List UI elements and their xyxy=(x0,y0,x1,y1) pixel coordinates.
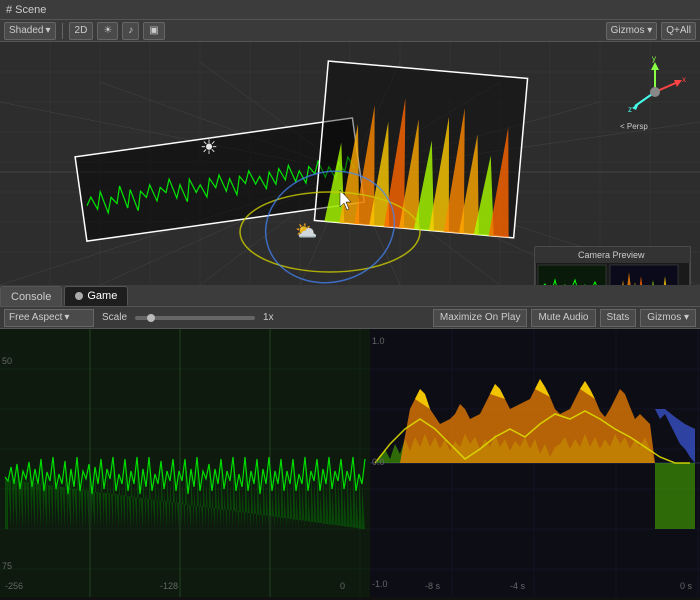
svg-text:75: 75 xyxy=(2,561,12,571)
scale-label: Scale xyxy=(102,312,127,323)
svg-text:y: y xyxy=(652,54,656,63)
svg-text:☀: ☀ xyxy=(200,137,218,159)
tab-game[interactable]: Game xyxy=(64,286,128,306)
scale-thumb xyxy=(147,314,155,322)
svg-text:0.0: 0.0 xyxy=(372,457,385,467)
tab-console[interactable]: Console xyxy=(0,286,62,306)
toolbar-separator-1 xyxy=(62,23,63,39)
sun-button[interactable]: ☀ xyxy=(97,22,118,40)
tab-bar: Console Game xyxy=(0,285,700,307)
aspect-label: Free Aspect xyxy=(9,312,62,323)
svg-text:⛅: ⛅ xyxy=(295,221,317,241)
left-chart-svg: 50 75 -256 -128 0 xyxy=(0,329,370,597)
layers-button[interactable]: ▣ xyxy=(143,22,164,40)
svg-text:1.0: 1.0 xyxy=(372,336,385,346)
scene-svg: ☀ ⛅ Camera Preview xyxy=(0,42,700,285)
svg-text:-4 s: -4 s xyxy=(510,581,526,591)
scale-slider[interactable] xyxy=(135,316,255,320)
aspect-dropdown[interactable]: Free Aspect ▾ xyxy=(4,309,94,327)
tab-game-dot xyxy=(75,292,83,300)
svg-text:-8 s: -8 s xyxy=(425,581,441,591)
all-dropdown[interactable]: Q+All xyxy=(661,22,696,40)
svg-text:x: x xyxy=(682,75,686,84)
bottom-section: Console Game Free Aspect ▾ Scale 1x Maxi… xyxy=(0,285,700,600)
scene-toolbar: Shaded ▾ 2D ☀ ♪ ▣ Gizmos ▾ Q+All xyxy=(0,20,700,42)
right-chart: 1.0 0.0 -1.0 -8 s -4 s 0 s xyxy=(370,329,700,597)
svg-text:50: 50 xyxy=(2,356,12,366)
scene-viewport: ☀ ⛅ Camera Preview xyxy=(0,42,700,285)
game-toolbar: Free Aspect ▾ Scale 1x Maximize On Play … xyxy=(0,307,700,329)
scene-title-bar: # Scene xyxy=(0,0,700,20)
gizmos-dropdown[interactable]: Gizmos ▾ xyxy=(606,22,658,40)
svg-text:< Persp: < Persp xyxy=(620,122,648,131)
tab-game-label: Game xyxy=(87,290,117,302)
svg-text:Camera Preview: Camera Preview xyxy=(578,250,645,260)
charts-area: 50 75 -256 -128 0 xyxy=(0,329,700,600)
tab-console-label: Console xyxy=(11,291,51,303)
shading-dropdown[interactable]: Shaded ▾ xyxy=(4,22,56,40)
svg-text:-1.0: -1.0 xyxy=(372,579,388,589)
svg-text:0 s: 0 s xyxy=(680,581,693,591)
svg-text:-256: -256 xyxy=(5,581,23,591)
svg-text:-128: -128 xyxy=(160,581,178,591)
maximize-on-play-button[interactable]: Maximize On Play xyxy=(433,309,528,327)
svg-text:z: z xyxy=(628,105,632,114)
scale-value: 1x xyxy=(263,312,274,323)
mute-audio-button[interactable]: Mute Audio xyxy=(531,309,595,327)
gizmos-game-button[interactable]: Gizmos ▾ xyxy=(640,309,696,327)
left-chart: 50 75 -256 -128 0 xyxy=(0,329,370,597)
2d-button[interactable]: 2D xyxy=(69,22,94,40)
right-chart-svg: 1.0 0.0 -1.0 -8 s -4 s 0 s xyxy=(370,329,700,597)
speaker-button[interactable]: ♪ xyxy=(122,22,139,40)
scene-panel: # Scene Shaded ▾ 2D ☀ ♪ ▣ Gizmos ▾ Q+All xyxy=(0,0,700,285)
main-container: # Scene Shaded ▾ 2D ☀ ♪ ▣ Gizmos ▾ Q+All xyxy=(0,0,700,600)
svg-text:0: 0 xyxy=(340,581,345,591)
stats-button[interactable]: Stats xyxy=(600,309,637,327)
scene-title: # Scene xyxy=(6,4,46,16)
